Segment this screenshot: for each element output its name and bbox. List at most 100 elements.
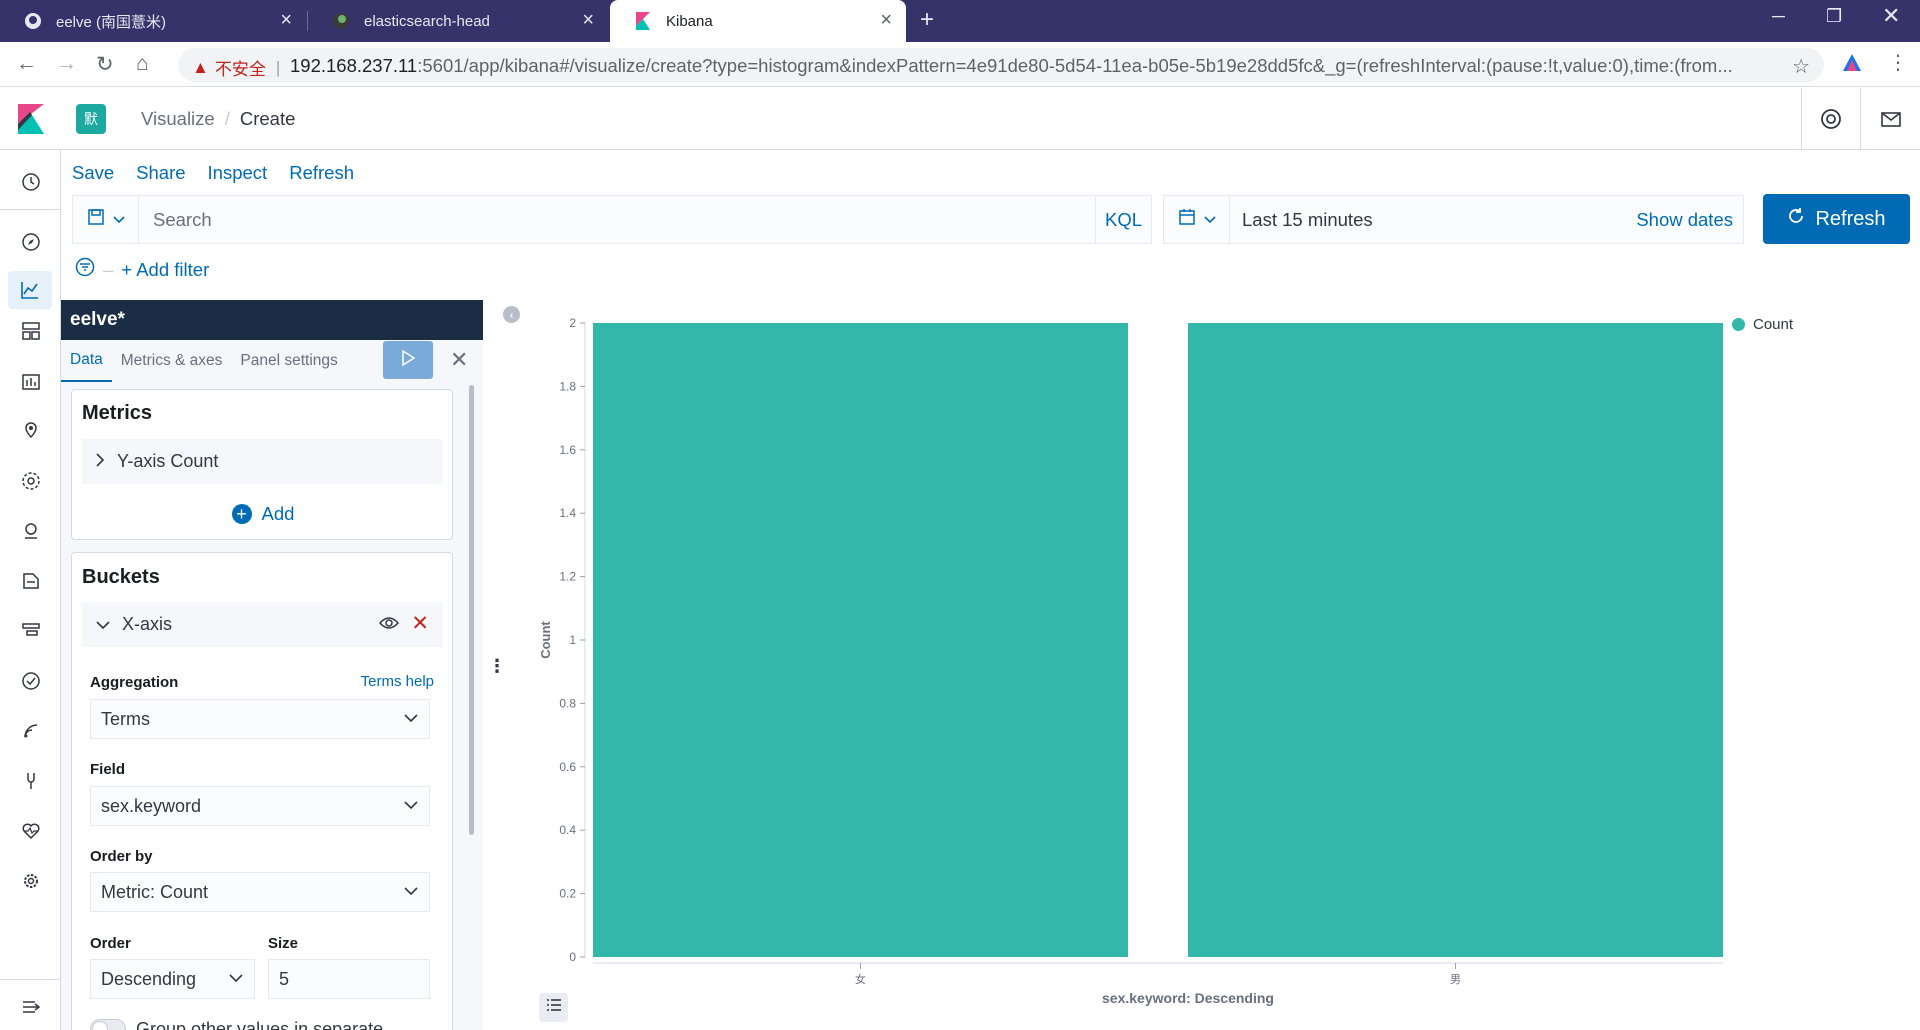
- remove-bucket-icon[interactable]: ✕: [411, 611, 429, 636]
- new-tab-button[interactable]: +: [920, 6, 934, 34]
- y-tick-label: 1: [569, 633, 576, 647]
- visualize-chart-icon[interactable]: [8, 271, 52, 309]
- uptime-icon[interactable]: [19, 669, 43, 693]
- saved-query-button[interactable]: [73, 196, 139, 243]
- add-filter-link[interactable]: + Add filter: [121, 259, 209, 281]
- close-window-icon[interactable]: ✕: [1882, 3, 1900, 29]
- forward-icon[interactable]: →: [56, 52, 77, 76]
- aggregation-value: Terms: [101, 708, 150, 729]
- size-label: Size: [268, 935, 299, 952]
- browser-tab-github[interactable]: eelve (南国薏米) ×: [0, 0, 306, 42]
- filter-options-icon[interactable]: [75, 257, 95, 282]
- management-gear-icon[interactable]: [19, 869, 43, 893]
- index-pattern-title: eelve*: [61, 300, 483, 340]
- group-other-toggle[interactable]: [90, 1019, 126, 1030]
- save-link[interactable]: Save: [72, 162, 114, 184]
- tab-panel-settings[interactable]: Panel settings: [231, 340, 346, 382]
- browser-tab-title: eelve (南国薏米): [56, 13, 167, 31]
- bookmark-star-icon[interactable]: ☆: [1792, 54, 1810, 79]
- recent-clock-icon[interactable]: [19, 170, 43, 194]
- browser-tab-elasticsearch-head[interactable]: elasticsearch-head ×: [308, 0, 608, 42]
- play-icon: [400, 349, 416, 371]
- stack-monitoring-heart-icon[interactable]: [19, 819, 43, 843]
- order-select[interactable]: Descending: [90, 959, 255, 999]
- siem-icon[interactable]: [19, 719, 43, 743]
- add-metric-label: Add: [261, 503, 295, 524]
- legend-item-count[interactable]: Count: [1753, 316, 1793, 333]
- field-select[interactable]: sex.keyword: [90, 786, 430, 826]
- url-text[interactable]: 192.168.237.11:5601/app/kibana#/visualiz…: [290, 55, 1780, 77]
- address-divider: |: [275, 57, 281, 77]
- discard-changes-close-icon[interactable]: ✕: [450, 347, 468, 373]
- legend-swatch[interactable]: [1732, 318, 1745, 331]
- machine-learning-icon[interactable]: [19, 469, 43, 493]
- quick-menu-button[interactable]: [1164, 196, 1230, 243]
- extension-icon[interactable]: [1842, 53, 1862, 78]
- infrastructure-icon[interactable]: [19, 519, 43, 543]
- breadcrumb-visualize[interactable]: Visualize: [141, 108, 215, 130]
- space-badge[interactable]: 默: [76, 104, 106, 134]
- collapse-sidebar-icon[interactable]: ‹: [503, 306, 520, 323]
- elasticsearch-icon: [332, 12, 350, 30]
- kibana-logo[interactable]: [18, 104, 44, 139]
- browser-tab-kibana[interactable]: Kibana ×: [610, 0, 906, 42]
- left-nav: [0, 150, 61, 1030]
- maps-icon[interactable]: [19, 419, 43, 443]
- browser-tab-title: Kibana: [666, 12, 713, 30]
- calendar-icon: [1178, 208, 1196, 231]
- y-axis-count-row[interactable]: Y-axis Count: [82, 439, 443, 484]
- collapse-nav-icon[interactable]: [19, 995, 43, 1019]
- share-link[interactable]: Share: [136, 162, 185, 184]
- apm-icon[interactable]: [19, 619, 43, 643]
- size-input[interactable]: 5: [268, 959, 430, 999]
- security-indicator[interactable]: ▲ 不安全 |: [192, 55, 280, 80]
- show-dates-link[interactable]: Show dates: [1636, 209, 1733, 231]
- add-metric-button[interactable]: + Add: [72, 503, 454, 525]
- aggregation-select[interactable]: Terms: [90, 699, 430, 739]
- inspect-link[interactable]: Inspect: [208, 162, 268, 184]
- dev-tools-wrench-icon[interactable]: [19, 769, 43, 793]
- reload-icon[interactable]: ↻: [96, 52, 114, 77]
- order-label: Order: [90, 935, 131, 952]
- close-tab-icon[interactable]: ×: [582, 9, 594, 32]
- x-axis-bucket-row[interactable]: X-axis ✕: [82, 602, 443, 647]
- filter-divider: –: [103, 258, 114, 280]
- chevron-down-icon: [403, 883, 419, 904]
- search-input[interactable]: Search: [153, 209, 212, 231]
- kql-toggle-button[interactable]: KQL: [1095, 196, 1151, 243]
- x-axis-label: X-axis: [122, 614, 173, 634]
- canvas-icon[interactable]: [19, 369, 43, 393]
- refresh-button[interactable]: Refresh: [1763, 194, 1910, 244]
- order-by-select[interactable]: Metric: Count: [90, 872, 430, 912]
- date-range-text[interactable]: Last 15 minutes: [1242, 209, 1373, 231]
- legend-toggle-button[interactable]: [539, 993, 568, 1022]
- kibana-header: 默 Visualize / Create: [0, 88, 1920, 150]
- y-tick-label: 1.6: [559, 443, 576, 457]
- dashboard-icon[interactable]: [19, 319, 43, 343]
- discover-compass-icon[interactable]: [19, 230, 43, 254]
- browser-menu-icon[interactable]: ⋮: [1888, 50, 1908, 75]
- sidebar-scrollbar[interactable]: [469, 385, 474, 835]
- tab-data[interactable]: Data: [61, 340, 112, 382]
- date-picker: Last 15 minutes Show dates: [1163, 195, 1744, 244]
- close-tab-icon[interactable]: ×: [280, 9, 292, 32]
- logs-icon[interactable]: [19, 569, 43, 593]
- minimize-window-icon[interactable]: ─: [1772, 6, 1785, 27]
- help-icon[interactable]: [1820, 108, 1842, 135]
- close-tab-icon[interactable]: ×: [880, 9, 892, 32]
- chevron-down-icon: [112, 211, 125, 229]
- resize-handle-icon[interactable]: ⋮: [488, 656, 506, 677]
- refresh-link[interactable]: Refresh: [289, 162, 354, 184]
- home-icon[interactable]: ⌂: [136, 52, 149, 76]
- header-divider: [1860, 88, 1861, 150]
- back-icon[interactable]: ←: [16, 52, 37, 76]
- y-tick-label: 1.8: [559, 379, 576, 393]
- eye-toggle-icon[interactable]: [378, 614, 400, 635]
- url-host: 192.168.237.11: [290, 55, 418, 76]
- apply-changes-button[interactable]: [383, 341, 433, 379]
- tab-metrics-axes[interactable]: Metrics & axes: [112, 340, 232, 382]
- newsfeed-mail-icon[interactable]: [1880, 108, 1902, 135]
- address-bar[interactable]: ▲ 不安全 | 192.168.237.11:5601/app/kibana#/…: [178, 48, 1824, 82]
- terms-help-link[interactable]: Terms help: [361, 673, 434, 690]
- restore-window-icon[interactable]: ❐: [1826, 6, 1842, 27]
